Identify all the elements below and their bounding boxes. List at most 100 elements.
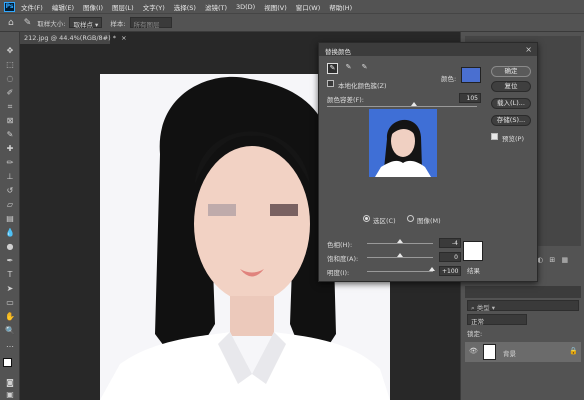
layer-filter-type: 类型: [476, 304, 490, 312]
fuzziness-input[interactable]: 105: [459, 93, 481, 103]
menu-filter[interactable]: 滤镜(T): [205, 2, 227, 12]
preview-label: 预览(P): [502, 135, 524, 143]
image-radio[interactable]: [407, 215, 414, 222]
selection-preview[interactable]: [369, 109, 437, 177]
quick-select-tool-icon[interactable]: ✐: [5, 88, 15, 97]
history-brush-icon[interactable]: ↺: [5, 186, 15, 195]
fuzziness-label: 颜色容差(F):: [327, 96, 365, 104]
menu-layer[interactable]: 图层(L): [112, 2, 134, 12]
layers-panel-header: [465, 286, 581, 298]
brush-tool-icon[interactable]: ✏: [5, 158, 15, 167]
layer-row-background[interactable]: 👁 背景 🔒: [465, 342, 581, 362]
eyedropper-plus-icon[interactable]: ✎: [343, 63, 354, 74]
sample-size-label: 取样大小:: [37, 19, 66, 28]
lock-icon: 🔒: [569, 347, 578, 355]
blur-tool-icon[interactable]: 💧: [5, 228, 15, 237]
saturation-label: 饱和度(A):: [327, 255, 359, 263]
sample-size-value: 取样点: [73, 21, 93, 29]
zoom-tool-icon[interactable]: 🔍: [5, 326, 15, 335]
document-tab[interactable]: 212.jpg @ 44.4%(RGB/8#) * ×: [20, 32, 127, 44]
menu-3d[interactable]: 3D(D): [236, 3, 255, 11]
menu-bar: Ps 文件(F) 编辑(E) 图像(I) 图层(L) 文字(Y) 选择(S) 滤…: [0, 0, 584, 13]
menu-select[interactable]: 选择(S): [174, 2, 196, 12]
reset-button[interactable]: 复位: [491, 81, 531, 92]
result-label: 结果: [467, 267, 480, 275]
eyedropper-icon[interactable]: ✎: [24, 18, 32, 28]
panel-icon-c[interactable]: ▦: [561, 256, 568, 264]
menu-file[interactable]: 文件(F): [21, 2, 43, 12]
tools-panel: ✥ ⬚ ◌ ✐ ⌗ ⊠ ✎ ✚ ✏ ⊥ ↺ ▱ ▤ 💧 ● ✒ T ➤ ▭ ✋ …: [0, 32, 20, 400]
dodge-tool-icon[interactable]: ●: [5, 242, 15, 251]
eyedropper-minus-icon[interactable]: ✎: [359, 63, 370, 74]
blend-mode-select[interactable]: 正常: [467, 314, 527, 326]
hue-slider-thumb[interactable]: [397, 239, 403, 243]
eyedropper-tool-icon[interactable]: ✎: [5, 130, 15, 139]
lightness-slider-thumb[interactable]: [429, 267, 435, 271]
replace-color-dialog: 替换颜色 × ✎ ✎ ✎ 本地化颜色簇(Z) 颜色: 颜色容差(F): 105 …: [318, 42, 538, 282]
photoshop-logo: Ps: [4, 1, 15, 12]
menu-view[interactable]: 视图(V): [264, 2, 287, 12]
save-button[interactable]: 存储(S)...: [491, 115, 531, 126]
screen-mode-icon[interactable]: ▣: [5, 390, 15, 399]
dialog-title: 替换颜色: [325, 48, 351, 56]
menu-window[interactable]: 窗口(W): [296, 2, 321, 12]
crop-tool-icon[interactable]: ⌗: [5, 102, 15, 111]
close-tab-icon[interactable]: ×: [121, 34, 126, 42]
document-tab-title: 212.jpg @ 44.4%(RGB/8#) *: [24, 34, 116, 42]
type-tool-icon[interactable]: T: [5, 270, 15, 279]
dialog-titlebar: 替换颜色: [319, 43, 537, 56]
panel-icon-b[interactable]: ⊞: [549, 256, 555, 264]
result-color-swatch[interactable]: [463, 241, 483, 261]
saturation-input[interactable]: 0: [439, 252, 461, 262]
blend-mode-value: 正常: [471, 318, 484, 326]
frame-tool-icon[interactable]: ⊠: [5, 116, 15, 125]
hand-tool-icon[interactable]: ✋: [5, 312, 15, 321]
move-tool-icon[interactable]: ✥: [5, 46, 15, 55]
lasso-tool-icon[interactable]: ◌: [5, 74, 15, 83]
saturation-slider[interactable]: [367, 257, 433, 258]
home-icon[interactable]: ⌂: [8, 18, 14, 28]
menu-edit[interactable]: 编辑(E): [52, 2, 74, 12]
lightness-slider[interactable]: [367, 271, 433, 272]
close-icon[interactable]: ×: [525, 45, 532, 54]
preview-checkbox[interactable]: [491, 133, 498, 140]
load-button[interactable]: 载入(L)...: [491, 98, 531, 109]
hue-slider[interactable]: [367, 243, 433, 244]
sample-size-select[interactable]: 取样点 ▾: [69, 17, 103, 29]
path-select-tool-icon[interactable]: ➤: [5, 284, 15, 293]
stamp-tool-icon[interactable]: ⊥: [5, 172, 15, 181]
lightness-input[interactable]: +100: [439, 266, 461, 276]
sample-select[interactable]: 所有图层: [129, 17, 172, 29]
selection-radio-label: 选区(C): [373, 217, 396, 225]
layer-search[interactable]: ⌕ 类型 ▾: [467, 300, 579, 312]
more-tools-icon[interactable]: …: [5, 340, 15, 349]
quick-mask-icon[interactable]: ◙: [5, 378, 15, 387]
lightness-label: 明度(I):: [327, 269, 350, 277]
target-color-swatch[interactable]: [461, 67, 481, 83]
marquee-tool-icon[interactable]: ⬚: [5, 60, 15, 69]
eraser-tool-icon[interactable]: ▱: [5, 200, 15, 209]
visibility-eye-icon[interactable]: 👁: [469, 347, 478, 355]
foreground-color-swatch[interactable]: [3, 358, 12, 367]
menu-type[interactable]: 文字(Y): [143, 2, 165, 12]
color-label: 颜色:: [441, 75, 457, 83]
fuzziness-slider[interactable]: [327, 106, 477, 107]
localized-clusters-checkbox[interactable]: [327, 80, 334, 87]
selection-preview-illustration: [369, 109, 437, 177]
pen-tool-icon[interactable]: ✒: [5, 256, 15, 265]
menu-image[interactable]: 图像(I): [83, 2, 103, 12]
sample-value: 所有图层: [133, 21, 160, 29]
gradient-tool-icon[interactable]: ▤: [5, 214, 15, 223]
layer-name: 背景: [503, 350, 516, 358]
selection-radio[interactable]: [363, 215, 370, 222]
eyedropper-icon[interactable]: ✎: [327, 63, 338, 74]
healing-tool-icon[interactable]: ✚: [5, 144, 15, 153]
menu-help[interactable]: 帮助(H): [329, 2, 352, 12]
hue-input[interactable]: -4: [439, 238, 461, 248]
layer-thumbnail: [483, 344, 496, 360]
saturation-slider-thumb[interactable]: [397, 253, 403, 257]
fuzziness-slider-thumb[interactable]: [411, 102, 417, 106]
rectangle-tool-icon[interactable]: ▭: [5, 298, 15, 307]
hue-label: 色相(H):: [327, 241, 353, 249]
ok-button[interactable]: 确定: [491, 66, 531, 77]
